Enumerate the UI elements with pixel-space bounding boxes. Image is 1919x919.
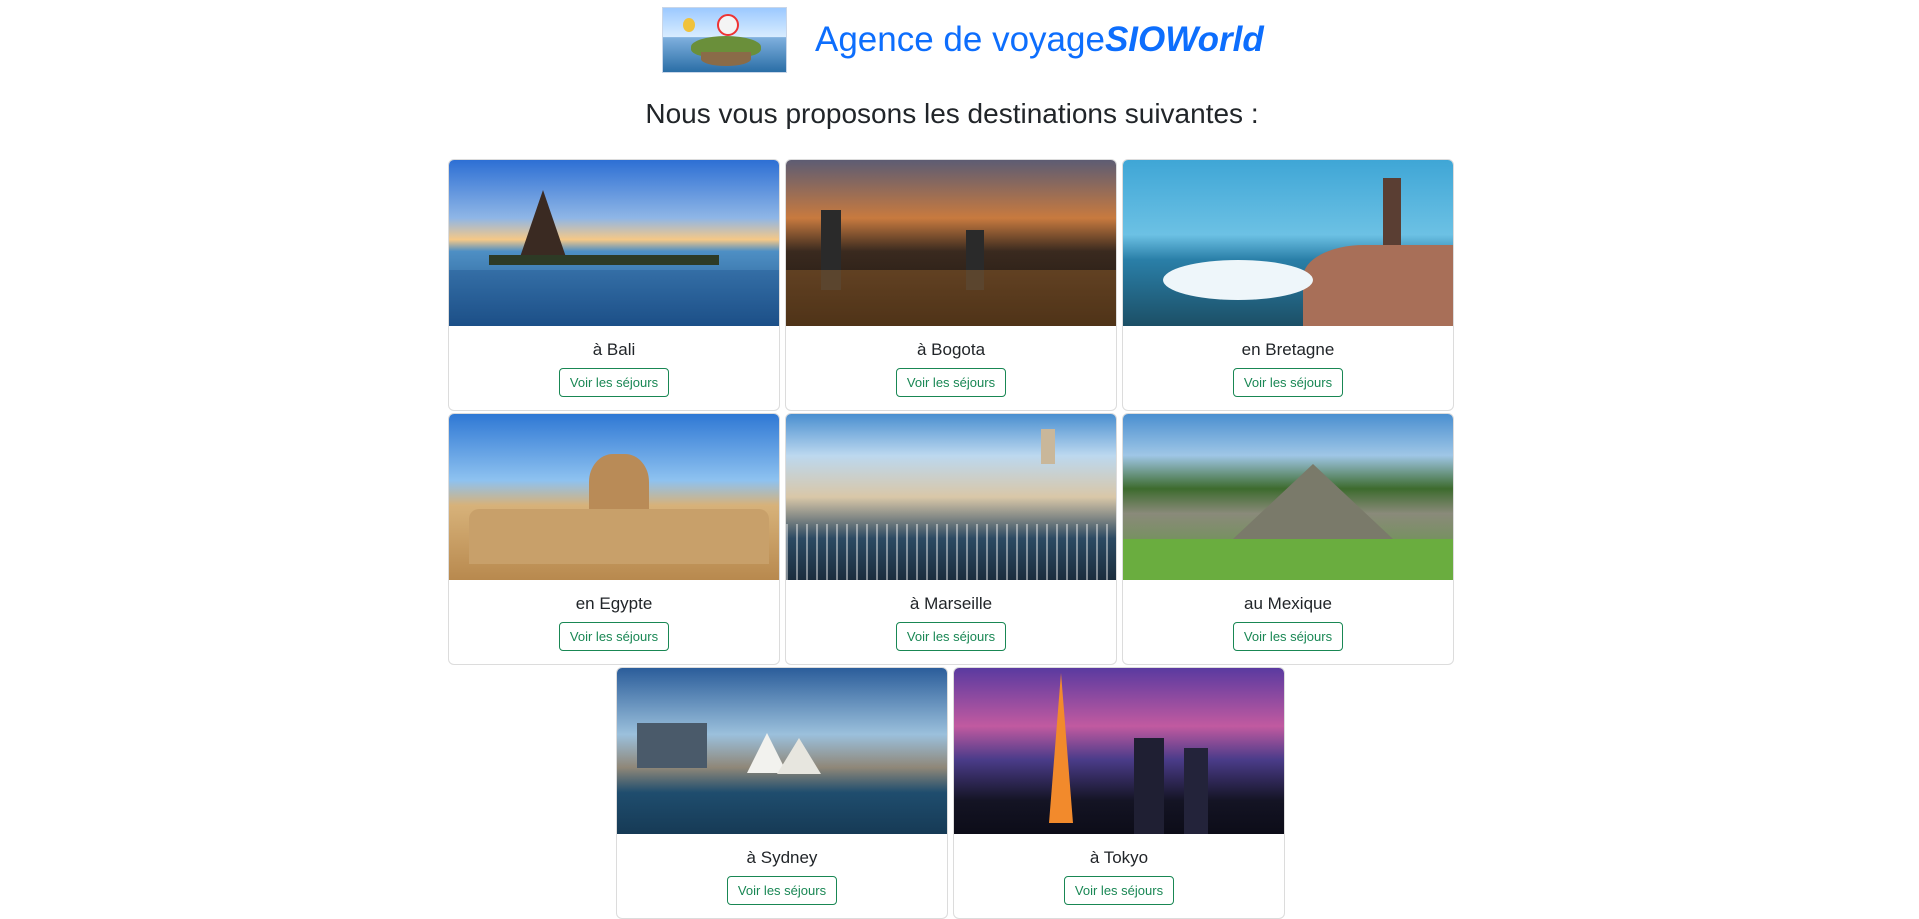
view-stays-button-mexique[interactable]: Voir les séjours (1232, 622, 1344, 651)
view-stays-button-egypte[interactable]: Voir les séjours (558, 622, 670, 651)
view-stays-button-sydney[interactable]: Voir les séjours (726, 876, 838, 905)
destinations-heading: Nous vous proposons les destinations sui… (645, 98, 1259, 129)
site-header: Agence de voyageSIOWorld (662, 7, 1264, 73)
destination-title: au Mexique (1244, 594, 1332, 613)
site-logo (662, 7, 787, 73)
view-stays-button-tokyo[interactable]: Voir les séjours (1063, 876, 1175, 905)
destination-image-bali (449, 160, 779, 326)
view-stays-button-bali[interactable]: Voir les séjours (558, 368, 670, 397)
view-stays-button-bogota[interactable]: Voir les séjours (895, 368, 1007, 397)
destination-image-mexique (1123, 414, 1453, 580)
view-stays-button-bretagne[interactable]: Voir les séjours (1232, 368, 1344, 397)
destination-image-sydney (617, 668, 947, 834)
destination-card-bogota: à Bogota Voir les séjours (785, 159, 1117, 411)
site-title: Agence de voyageSIOWorld (815, 20, 1264, 60)
destination-card-bretagne: en Bretagne Voir les séjours (1122, 159, 1454, 411)
destination-title: à Sydney (746, 848, 818, 867)
view-stays-button-marseille[interactable]: Voir les séjours (895, 622, 1007, 651)
destination-title: à Bali (592, 340, 636, 359)
destination-card-mexique: au Mexique Voir les séjours (1122, 413, 1454, 665)
destination-image-bretagne (1123, 160, 1453, 326)
destination-image-bogota (786, 160, 1116, 326)
site-title-text: Agence de voyage (815, 20, 1105, 59)
destination-title: à Marseille (909, 594, 993, 613)
destination-card-bali: à Bali Voir les séjours (448, 159, 780, 411)
destination-card-marseille: à Marseille Voir les séjours (785, 413, 1117, 665)
destination-title: en Bretagne (1241, 340, 1335, 359)
destination-image-tokyo (954, 668, 1284, 834)
destination-title: à Bogota (916, 340, 986, 359)
destination-title: à Tokyo (1089, 848, 1149, 867)
destination-card-egypte: en Egypte Voir les séjours (448, 413, 780, 665)
site-title-brand: SIOWorld (1104, 20, 1264, 59)
destination-card-sydney: à Sydney Voir les séjours (616, 667, 948, 919)
destination-title: en Egypte (575, 594, 653, 613)
destination-card-tokyo: à Tokyo Voir les séjours (953, 667, 1285, 919)
destination-image-egypte (449, 414, 779, 580)
destination-image-marseille (786, 414, 1116, 580)
